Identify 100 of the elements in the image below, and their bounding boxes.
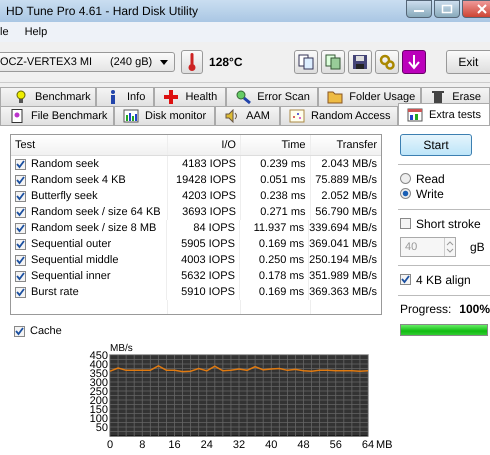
column-header[interactable]: Transfer [310, 135, 381, 155]
scatter-chart-icon [289, 109, 306, 123]
folder-icon [327, 90, 344, 104]
table-cell-text: Random seek 4 KB [31, 173, 126, 188]
tick-label: 0 [106, 439, 114, 451]
table-cell-text: 369.363 MB/s [309, 285, 378, 300]
checkbox[interactable] [400, 274, 411, 285]
table-cell: 11.937 ms [240, 220, 310, 236]
tab[interactable]: File Benchmark [0, 106, 114, 125]
table-cell-text: 369.041 MB/s [309, 237, 378, 252]
table-cell-text: 56.790 MB/s [314, 205, 378, 220]
unit-label: gB [470, 240, 485, 254]
table-cell: 5632 IOPS [166, 268, 240, 284]
table-cell: 3693 IOPS [168, 204, 241, 220]
table-cell-text: 339.694 MB/s [309, 221, 378, 236]
checkbox[interactable] [15, 158, 26, 170]
maximize-button[interactable] [434, 0, 460, 18]
checkbox[interactable] [15, 254, 26, 266]
table-cell-text: 2.043 MB/s [320, 157, 378, 172]
tick-label: 56 [330, 439, 342, 451]
checkbox[interactable] [15, 222, 26, 234]
table-cell-text: Sequential inner [31, 269, 111, 284]
column-header[interactable]: Time [240, 135, 311, 155]
axis-label: MB [376, 439, 392, 451]
table-cell-text: Burst rate [31, 285, 79, 300]
table-cell: 0.239 ms [240, 156, 311, 172]
radio-button[interactable] [400, 188, 411, 199]
checkbox[interactable] [400, 218, 411, 229]
radio-label: Read [416, 172, 445, 186]
radio-button[interactable] [400, 173, 411, 184]
table-cell-text: 75.889 MB/s [314, 173, 378, 188]
table-cell-text: Random seek / size 8 MB [31, 221, 156, 236]
tick-label: 64 [362, 439, 374, 451]
table-cell: 0.250 ms [240, 252, 310, 268]
table-cell: 4183 IOPS [168, 156, 241, 172]
tab[interactable]: Error Scan [226, 87, 318, 106]
checkbox[interactable] [15, 206, 26, 218]
tab[interactable]: Disk monitor [114, 106, 216, 125]
save-icon[interactable] [348, 50, 372, 74]
close-icon [476, 4, 488, 14]
checkbox-label: Short stroke [416, 216, 481, 230]
table-cell: 0.178 ms [240, 268, 310, 284]
table-cell: 0.051 ms [240, 172, 311, 188]
table-cell-text: Random seek [31, 157, 99, 172]
document-icon [9, 109, 25, 123]
exit-button[interactable]: Exit [446, 50, 490, 74]
table-icon [407, 108, 424, 122]
table-cell-text: 250.194 MB/s [309, 253, 378, 268]
table-cell-text: 351.989 MB/s [309, 269, 378, 284]
table-cell-text: Sequential outer [31, 237, 112, 252]
progress-reading: 100% [459, 302, 490, 316]
table-cell-text: 2.052 MB/s [320, 189, 378, 204]
thermometer-icon[interactable] [181, 50, 204, 74]
tab[interactable]: Extra tests [398, 103, 490, 125]
checkbox[interactable] [15, 174, 26, 186]
tab[interactable]: Folder Usage [318, 87, 422, 106]
checkbox-label: Cache [30, 325, 62, 337]
column-header[interactable]: Test [11, 135, 168, 155]
copy-icon[interactable] [294, 50, 318, 74]
tick-label: 16 [168, 439, 181, 451]
maximize-icon [441, 4, 453, 14]
checkbox[interactable] [14, 326, 25, 336]
tick-label: 8 [139, 439, 146, 451]
menu-item[interactable]: Help [24, 26, 48, 38]
table-cell: 5905 IOPS [166, 236, 240, 252]
table-cell: 0.271 ms [240, 204, 311, 220]
column-header[interactable]: I/O [168, 135, 241, 155]
minimize-button[interactable] [406, 0, 432, 18]
table-cell-text: Butterfly seek [31, 189, 98, 204]
table-cell: 4203 IOPS [168, 188, 241, 204]
menu-item[interactable]: le [0, 26, 9, 38]
tab[interactable]: Info [96, 87, 154, 106]
checkbox[interactable] [15, 190, 26, 202]
tick-label: 24 [200, 439, 213, 451]
caret-icon [160, 60, 168, 64]
cross-icon [163, 90, 180, 104]
start-button[interactable]: Start [400, 134, 472, 156]
checkbox-label: 4 KB align [416, 272, 471, 286]
tab[interactable]: AAM [215, 106, 280, 125]
table-cell: 0.238 ms [240, 188, 311, 204]
close-button[interactable] [462, 0, 490, 18]
table-cell: 19428 IOPS [168, 172, 241, 188]
progress-label: Progress: [400, 302, 452, 316]
table-cell: 0.169 ms [240, 236, 310, 252]
tab[interactable]: Health [154, 87, 226, 106]
radio-label: Write [416, 186, 444, 200]
table-cell-text: Sequential middle [31, 253, 118, 268]
table-cell: 0.169 ms [240, 284, 310, 300]
checkbox[interactable] [15, 238, 26, 250]
checkbox[interactable] [15, 270, 26, 282]
tab[interactable]: Benchmark [0, 87, 96, 106]
axis-label: MB/s [110, 343, 133, 354]
tick-label: 32 [232, 439, 246, 451]
temperature-reading: 128°C [209, 55, 244, 69]
copy-icon[interactable] [320, 50, 345, 74]
table-cell: 84 IOPS [166, 220, 240, 236]
trash-can-icon [430, 90, 446, 104]
drive-dropdown[interactable]: OCZ-VERTEX3 MI (240 gB) [0, 52, 176, 72]
tab[interactable]: Random Access [280, 106, 398, 125]
checkbox[interactable] [15, 286, 26, 298]
